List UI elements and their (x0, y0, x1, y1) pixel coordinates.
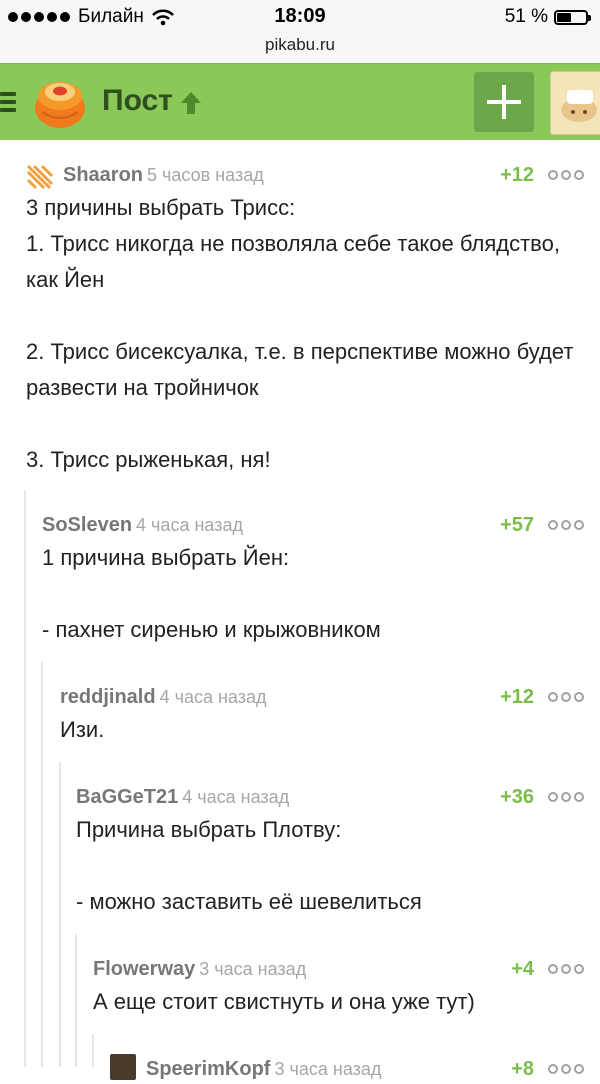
comment-time: 3 часа назад (274, 1059, 382, 1079)
more-icon[interactable] (548, 170, 584, 180)
comment: Flowerway 3 часа назад +4 А еще стоит сви… (93, 952, 584, 1020)
comment-text: А еще стоит свистнуть и она уже тут) (93, 989, 475, 1014)
comment-author[interactable]: reddjinald 4 часа назад (60, 686, 267, 709)
arrow-up-icon[interactable] (178, 90, 204, 116)
more-icon[interactable] (548, 1064, 584, 1074)
comment-rating: +57 (500, 514, 534, 536)
comment-author[interactable]: SoSleven 4 часа назад (42, 514, 243, 537)
comment-rating: +4 (511, 958, 534, 980)
more-icon[interactable] (548, 792, 584, 802)
comment-author[interactable]: Shaaron 5 часов назад (63, 164, 264, 187)
comment-rating: +36 (500, 786, 534, 808)
user-avatar[interactable] (550, 71, 600, 135)
battery-area: 51 % (504, 6, 591, 28)
battery-percent: 51 % (504, 6, 548, 27)
comment-time: 3 часа назад (199, 959, 307, 979)
comment-time: 5 часов назад (147, 165, 264, 185)
url-bar[interactable]: pikabu.ru (0, 34, 600, 62)
thread-line (41, 662, 43, 1067)
menu-icon[interactable] (0, 92, 16, 116)
avatar[interactable] (110, 1054, 136, 1080)
comment-time: 4 часа назад (159, 687, 267, 707)
thread-line (59, 762, 61, 1067)
comment-author[interactable]: SpeerimKopf 3 часа назад (146, 1058, 381, 1081)
more-icon[interactable] (548, 964, 584, 974)
comment: reddjinald 4 часа назад +12 Изи. (60, 680, 584, 748)
app-header: Пост (0, 63, 600, 140)
pikabu-logo-icon[interactable] (32, 74, 88, 130)
comment: SpeerimKopf 3 часа назад +8 (110, 1052, 584, 1084)
battery-icon (554, 9, 591, 25)
comment-time: 4 часа назад (136, 515, 243, 535)
comment-time: 4 часа назад (182, 787, 290, 807)
thread-line (75, 934, 77, 1067)
comment-rating: +12 (500, 164, 534, 186)
more-icon[interactable] (548, 692, 584, 702)
status-bar: Билайн 18:09 51 % (0, 0, 600, 34)
more-icon[interactable] (548, 520, 584, 530)
comment-text: Изи. (60, 717, 105, 742)
comment: Shaaron 5 часов назад +12 3 причины выбра… (26, 158, 584, 478)
comment-rating: +8 (511, 1058, 534, 1080)
comment: BaGGeT21 4 часа назад +36 Причина выбрать… (76, 780, 584, 920)
comment-rating: +12 (500, 686, 534, 708)
add-post-button[interactable] (474, 72, 534, 132)
comment-text: Причина выбрать Плотву: - можно заставит… (76, 817, 422, 914)
comment-text: 3 причины выбрать Трисс: 1. Трисс никогд… (26, 195, 574, 472)
comment-author[interactable]: BaGGeT21 4 часа назад (76, 786, 289, 809)
comment-author[interactable]: Flowerway 3 часа назад (93, 958, 306, 981)
thread-line (92, 1034, 94, 1067)
thread-line (24, 490, 26, 1067)
comment-text: 1 причина выбрать Йен: - пахнет сиренью … (42, 545, 381, 642)
striped-badge-icon (26, 164, 54, 190)
comment: SoSleven 4 часа назад +57 1 причина выбра… (42, 508, 584, 648)
url-text: pikabu.ru (265, 35, 335, 54)
page-title: Пост (102, 84, 173, 117)
